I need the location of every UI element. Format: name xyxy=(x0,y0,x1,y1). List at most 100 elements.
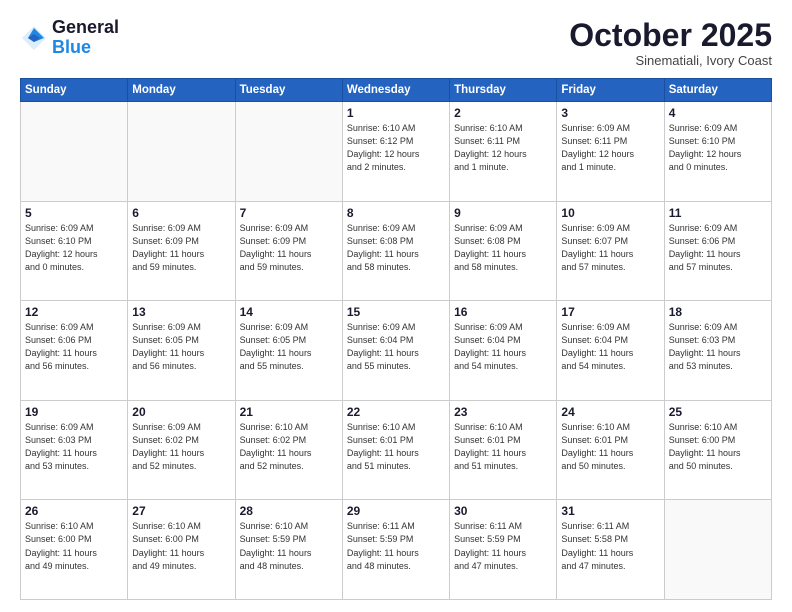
logo: General Blue xyxy=(20,18,119,58)
day-info: Sunrise: 6:09 AMSunset: 6:05 PMDaylight:… xyxy=(240,321,338,373)
day-info: Sunrise: 6:10 AMSunset: 6:12 PMDaylight:… xyxy=(347,122,445,174)
day-info: Sunrise: 6:10 AMSunset: 5:59 PMDaylight:… xyxy=(240,520,338,572)
calendar-cell xyxy=(21,102,128,202)
day-info: Sunrise: 6:09 AMSunset: 6:08 PMDaylight:… xyxy=(454,222,552,274)
day-number: 9 xyxy=(454,206,552,220)
location: Sinematiali, Ivory Coast xyxy=(569,53,772,68)
header: General Blue October 2025 Sinematiali, I… xyxy=(20,18,772,68)
day-info: Sunrise: 6:09 AMSunset: 6:10 PMDaylight:… xyxy=(25,222,123,274)
day-info: Sunrise: 6:10 AMSunset: 6:00 PMDaylight:… xyxy=(132,520,230,572)
day-number: 17 xyxy=(561,305,659,319)
calendar-cell: 8 Sunrise: 6:09 AMSunset: 6:08 PMDaylight… xyxy=(342,201,449,301)
day-number: 21 xyxy=(240,405,338,419)
day-info: Sunrise: 6:09 AMSunset: 6:04 PMDaylight:… xyxy=(347,321,445,373)
day-info: Sunrise: 6:09 AMSunset: 6:06 PMDaylight:… xyxy=(25,321,123,373)
day-number: 28 xyxy=(240,504,338,518)
calendar-cell: 29Sunrise: 6:11 AMSunset: 5:59 PMDayligh… xyxy=(342,500,449,600)
calendar-cell: 24Sunrise: 6:10 AMSunset: 6:01 PMDayligh… xyxy=(557,400,664,500)
day-number: 23 xyxy=(454,405,552,419)
calendar-cell: 14 Sunrise: 6:09 AMSunset: 6:05 PMDayligh… xyxy=(235,301,342,401)
day-info: Sunrise: 6:09 AMSunset: 6:07 PMDaylight:… xyxy=(561,222,659,274)
day-info: Sunrise: 6:10 AMSunset: 6:01 PMDaylight:… xyxy=(561,421,659,473)
day-number: 8 xyxy=(347,206,445,220)
day-number: 18 xyxy=(669,305,767,319)
calendar-cell: 19 Sunrise: 6:09 AMSunset: 6:03 PMDayligh… xyxy=(21,400,128,500)
day-info: Sunrise: 6:09 AMSunset: 6:05 PMDaylight:… xyxy=(132,321,230,373)
calendar-cell: 9 Sunrise: 6:09 AMSunset: 6:08 PMDaylight… xyxy=(450,201,557,301)
day-number: 16 xyxy=(454,305,552,319)
day-number: 5 xyxy=(25,206,123,220)
calendar-body: 1 Sunrise: 6:10 AMSunset: 6:12 PMDaylight… xyxy=(21,102,772,600)
day-info: Sunrise: 6:10 AMSunset: 6:01 PMDaylight:… xyxy=(347,421,445,473)
day-number: 4 xyxy=(669,106,767,120)
calendar-cell: 25Sunrise: 6:10 AMSunset: 6:00 PMDayligh… xyxy=(664,400,771,500)
day-number: 7 xyxy=(240,206,338,220)
calendar-cell: 22 Sunrise: 6:10 AMSunset: 6:01 PMDayligh… xyxy=(342,400,449,500)
day-info: Sunrise: 6:09 AMSunset: 6:04 PMDaylight:… xyxy=(454,321,552,373)
calendar-cell: 3 Sunrise: 6:09 AMSunset: 6:11 PMDaylight… xyxy=(557,102,664,202)
day-number: 11 xyxy=(669,206,767,220)
day-info: Sunrise: 6:09 AMSunset: 6:11 PMDaylight:… xyxy=(561,122,659,174)
calendar-cell: 31 Sunrise: 6:11 AMSunset: 5:58 PMDayligh… xyxy=(557,500,664,600)
day-info: Sunrise: 6:11 AMSunset: 5:59 PMDaylight:… xyxy=(454,520,552,572)
day-info: Sunrise: 6:09 AMSunset: 6:02 PMDaylight:… xyxy=(132,421,230,473)
day-number: 12 xyxy=(25,305,123,319)
day-number: 2 xyxy=(454,106,552,120)
calendar-cell xyxy=(128,102,235,202)
day-number: 1 xyxy=(347,106,445,120)
calendar-cell: 10Sunrise: 6:09 AMSunset: 6:07 PMDayligh… xyxy=(557,201,664,301)
calendar-cell: 17 Sunrise: 6:09 AMSunset: 6:04 PMDayligh… xyxy=(557,301,664,401)
day-number: 30 xyxy=(454,504,552,518)
calendar-table: SundayMondayTuesdayWednesdayThursdayFrid… xyxy=(20,78,772,600)
day-info: Sunrise: 6:10 AMSunset: 6:11 PMDaylight:… xyxy=(454,122,552,174)
weekday-header: Thursday xyxy=(450,79,557,102)
weekday-header: Tuesday xyxy=(235,79,342,102)
day-info: Sunrise: 6:09 AMSunset: 6:06 PMDaylight:… xyxy=(669,222,767,274)
day-info: Sunrise: 6:09 AMSunset: 6:03 PMDaylight:… xyxy=(25,421,123,473)
calendar-cell: 6Sunrise: 6:09 AMSunset: 6:09 PMDaylight… xyxy=(128,201,235,301)
day-number: 29 xyxy=(347,504,445,518)
day-info: Sunrise: 6:09 AMSunset: 6:03 PMDaylight:… xyxy=(669,321,767,373)
day-number: 26 xyxy=(25,504,123,518)
page: General Blue October 2025 Sinematiali, I… xyxy=(0,0,792,612)
day-info: Sunrise: 6:09 AMSunset: 6:08 PMDaylight:… xyxy=(347,222,445,274)
day-number: 31 xyxy=(561,504,659,518)
calendar-cell: 15 Sunrise: 6:09 AMSunset: 6:04 PMDayligh… xyxy=(342,301,449,401)
day-number: 20 xyxy=(132,405,230,419)
day-number: 19 xyxy=(25,405,123,419)
calendar-header-row: SundayMondayTuesdayWednesdayThursdayFrid… xyxy=(21,79,772,102)
logo-text: General Blue xyxy=(52,18,119,58)
day-info: Sunrise: 6:10 AMSunset: 6:02 PMDaylight:… xyxy=(240,421,338,473)
calendar-cell: 11 Sunrise: 6:09 AMSunset: 6:06 PMDayligh… xyxy=(664,201,771,301)
day-number: 3 xyxy=(561,106,659,120)
calendar-cell: 27 Sunrise: 6:10 AMSunset: 6:00 PMDayligh… xyxy=(128,500,235,600)
calendar-cell: 7 Sunrise: 6:09 AMSunset: 6:09 PMDaylight… xyxy=(235,201,342,301)
day-info: Sunrise: 6:09 AMSunset: 6:09 PMDaylight:… xyxy=(240,222,338,274)
calendar-cell: 4Sunrise: 6:09 AMSunset: 6:10 PMDaylight… xyxy=(664,102,771,202)
calendar-cell: 16 Sunrise: 6:09 AMSunset: 6:04 PMDayligh… xyxy=(450,301,557,401)
month-title: October 2025 xyxy=(569,18,772,53)
calendar-cell: 30 Sunrise: 6:11 AMSunset: 5:59 PMDayligh… xyxy=(450,500,557,600)
title-block: October 2025 Sinematiali, Ivory Coast xyxy=(569,18,772,68)
calendar-week-row: 5 Sunrise: 6:09 AMSunset: 6:10 PMDaylight… xyxy=(21,201,772,301)
calendar-cell xyxy=(664,500,771,600)
calendar-cell: 5 Sunrise: 6:09 AMSunset: 6:10 PMDaylight… xyxy=(21,201,128,301)
day-number: 15 xyxy=(347,305,445,319)
weekday-header: Monday xyxy=(128,79,235,102)
weekday-header: Sunday xyxy=(21,79,128,102)
logo-icon xyxy=(20,24,48,52)
calendar-week-row: 19 Sunrise: 6:09 AMSunset: 6:03 PMDayligh… xyxy=(21,400,772,500)
day-number: 14 xyxy=(240,305,338,319)
day-info: Sunrise: 6:09 AMSunset: 6:04 PMDaylight:… xyxy=(561,321,659,373)
calendar-cell: 1 Sunrise: 6:10 AMSunset: 6:12 PMDaylight… xyxy=(342,102,449,202)
calendar-cell: 28 Sunrise: 6:10 AMSunset: 5:59 PMDayligh… xyxy=(235,500,342,600)
calendar-cell: 26Sunrise: 6:10 AMSunset: 6:00 PMDayligh… xyxy=(21,500,128,600)
day-number: 27 xyxy=(132,504,230,518)
calendar-cell xyxy=(235,102,342,202)
calendar-cell: 2 Sunrise: 6:10 AMSunset: 6:11 PMDaylight… xyxy=(450,102,557,202)
day-number: 22 xyxy=(347,405,445,419)
day-info: Sunrise: 6:11 AMSunset: 5:58 PMDaylight:… xyxy=(561,520,659,572)
calendar-cell: 20 Sunrise: 6:09 AMSunset: 6:02 PMDayligh… xyxy=(128,400,235,500)
day-number: 6 xyxy=(132,206,230,220)
day-info: Sunrise: 6:10 AMSunset: 6:00 PMDaylight:… xyxy=(669,421,767,473)
